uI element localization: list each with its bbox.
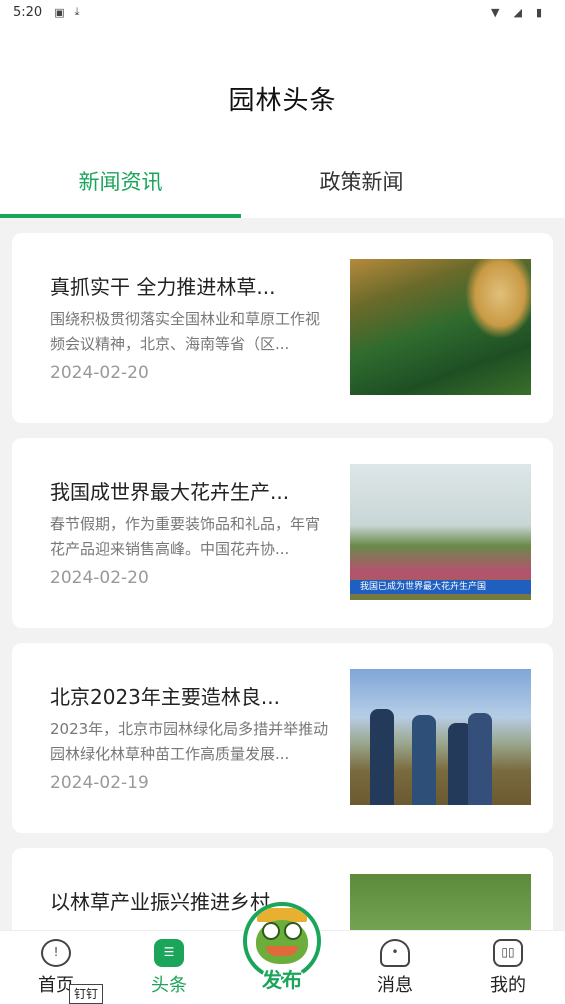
news-feed[interactable]: 真抓实干 全力推进林草... 围绕积极贯彻落实全国林业和草原工作视频会议精神，北… <box>0 218 565 930</box>
news-title: 我国成世界最大花卉生产... <box>50 480 290 504</box>
tab-bar: 新闻资讯 政策新闻 标 <box>0 164 565 218</box>
news-summary: 2023年，北京市园林绿化局多措并举推动园林绿化林草种苗工作高质量发展... <box>50 720 329 763</box>
bell-icon: • <box>380 939 410 967</box>
headlines-icon: ☰ <box>154 939 184 967</box>
news-summary: 春节假期，作为重要装饰品和礼品，年宵花产品迎来销售高峰。中国花卉协... <box>50 515 321 558</box>
page-title: 园林头条 <box>228 86 337 116</box>
news-card[interactable]: 北京2023年主要造林良... 2023年，北京市园林绿化局多措并举推动园林绿化… <box>12 643 553 833</box>
nav-headlines[interactable]: ☰ 头条 <box>134 931 204 1004</box>
wifi-icon: ▼ <box>491 5 500 19</box>
nav-messages-label: 消息 <box>377 975 413 996</box>
notification-a-icon: ▣ <box>54 5 65 19</box>
news-title: 真抓实干 全力推进林草... <box>50 275 276 299</box>
nav-messages[interactable]: • 消息 <box>360 931 430 1004</box>
nav-headlines-label: 头条 <box>151 975 187 996</box>
tab-news[interactable]: 新闻资讯 <box>0 164 241 218</box>
status-bar: 5:20 ▣ ⤓ ▼ ◢ ▮ <box>0 0 565 24</box>
thumbnail-caption: 我国已成为世界最大花卉生产国 <box>350 580 531 594</box>
signal-icon: ◢ <box>513 5 522 19</box>
tooltip: 钉钉 <box>69 984 104 1004</box>
tab-third[interactable]: 标 <box>482 164 565 218</box>
news-card[interactable]: 我国成世界最大花卉生产... 春节假期，作为重要装饰品和礼品，年宵花产品迎来销售… <box>12 438 553 628</box>
nav-profile-label: 我的 <box>490 975 526 996</box>
news-thumbnail <box>350 259 531 395</box>
news-date: 2024-02-19 <box>50 773 149 793</box>
battery-icon: ▮ <box>535 5 542 19</box>
status-time: 5:20 <box>13 4 43 20</box>
profile-icon: ▯▯ <box>493 939 523 967</box>
download-icon: ⤓ <box>74 5 80 18</box>
news-thumbnail: 我国已成为世界最大花卉生产国 <box>350 464 531 600</box>
publish-label: 发布 <box>262 968 302 992</box>
news-thumbnail <box>350 669 531 805</box>
news-date: 2024-02-20 <box>50 568 149 588</box>
news-date: 2024-02-20 <box>50 363 149 383</box>
news-title: 北京2023年主要造林良... <box>50 685 280 709</box>
nav-profile[interactable]: ▯▯ 我的 <box>473 931 543 1004</box>
news-card[interactable]: 真抓实干 全力推进林草... 围绕积极贯彻落实全国林业和草原工作视频会议精神，北… <box>12 233 553 423</box>
publish-button[interactable]: 发布 <box>243 902 321 998</box>
news-thumbnail <box>350 874 531 930</box>
page-header: 园林头条 新闻资讯 政策新闻 标 <box>0 24 565 218</box>
home-icon: ! <box>41 939 71 967</box>
tab-policy[interactable]: 政策新闻 <box>241 164 482 218</box>
news-summary: 围绕积极贯彻落实全国林业和草原工作视频会议精神，北京、海南等省（区... <box>50 310 321 353</box>
